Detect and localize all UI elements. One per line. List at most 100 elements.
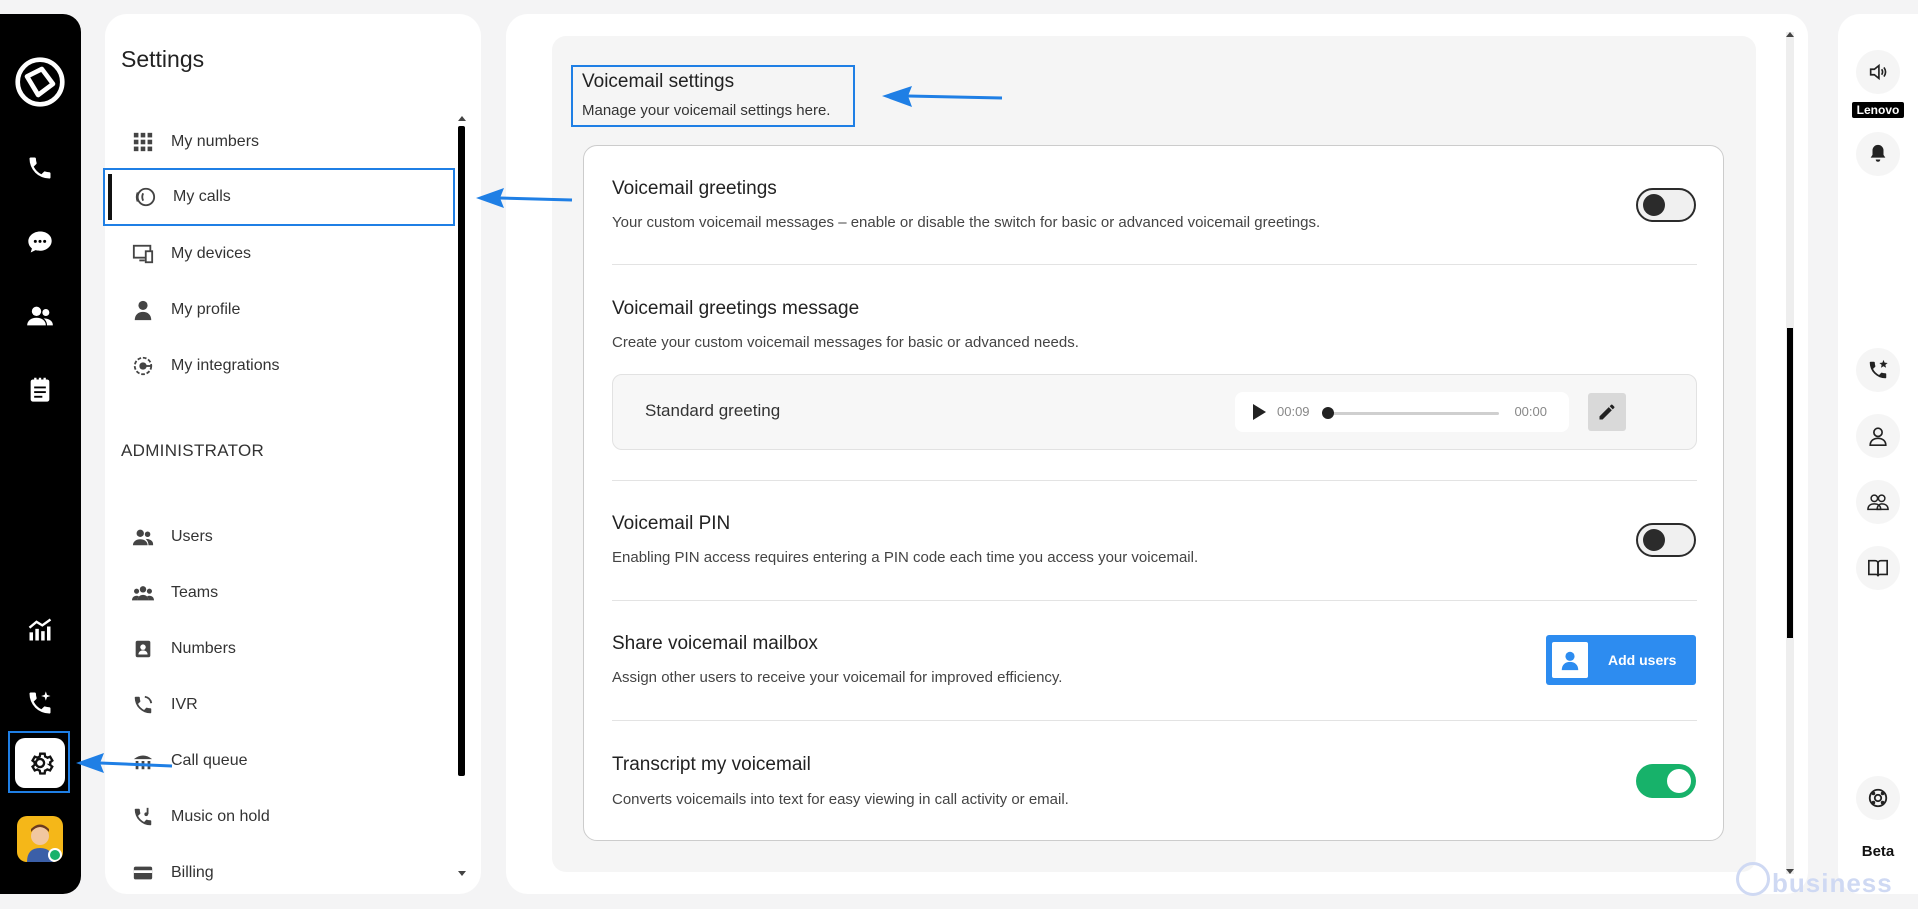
bell-icon[interactable] bbox=[1856, 132, 1900, 176]
support-icon[interactable] bbox=[1856, 776, 1900, 820]
users-icon bbox=[131, 525, 155, 549]
admin-section-label: ADMINISTRATOR bbox=[121, 441, 265, 460]
toggle-knob bbox=[1667, 769, 1691, 793]
beta-label: Beta bbox=[1861, 843, 1895, 860]
seek-handle[interactable] bbox=[1322, 407, 1334, 419]
add-users-label: Add users bbox=[1608, 652, 1677, 668]
book-icon[interactable] bbox=[1856, 546, 1900, 590]
settings-scrollbar-thumb[interactable] bbox=[458, 126, 465, 776]
nav-label: Teams bbox=[171, 584, 219, 601]
pencil-icon bbox=[1599, 404, 1615, 420]
nav-label: My devices bbox=[171, 245, 252, 262]
position-text: 00:00 bbox=[1514, 404, 1547, 419]
call-sparkle-icon[interactable] bbox=[16, 679, 64, 727]
nav-label: Call queue bbox=[171, 752, 248, 769]
watermark: business bbox=[1736, 862, 1893, 899]
grid-icon bbox=[131, 130, 155, 154]
nav-my-integrations[interactable]: My integrations bbox=[131, 338, 471, 394]
standard-greeting-row: Standard greeting 00:09 00:00 bbox=[612, 374, 1697, 450]
transcript-desc: Converts voicemails into text for easy v… bbox=[612, 791, 1069, 808]
avatar[interactable] bbox=[17, 816, 63, 862]
nav-my-profile[interactable]: My profile bbox=[131, 282, 471, 338]
voicemail-header: Voicemail settings Manage your voicemail… bbox=[571, 65, 855, 127]
contacts-icon[interactable] bbox=[16, 292, 64, 340]
nav-my-numbers[interactable]: My numbers bbox=[131, 114, 471, 170]
app-rail bbox=[0, 14, 81, 894]
arrow-icon bbox=[476, 188, 573, 208]
pin-title: Voicemail PIN bbox=[612, 513, 731, 534]
greetings-toggle[interactable] bbox=[1636, 188, 1696, 222]
nav-ivr[interactable]: IVR bbox=[131, 677, 471, 733]
group-icon[interactable] bbox=[1856, 480, 1900, 524]
nav-label: Numbers bbox=[171, 640, 236, 657]
divider bbox=[612, 720, 1697, 721]
nav-billing[interactable]: Billing bbox=[131, 845, 471, 901]
chat-icon[interactable] bbox=[16, 218, 64, 266]
device-label: Lenovo bbox=[1852, 102, 1904, 118]
arrow-icon bbox=[76, 753, 173, 773]
watermark-text: business bbox=[1772, 868, 1893, 898]
speaker-icon[interactable] bbox=[1856, 50, 1900, 94]
notes-icon[interactable] bbox=[16, 366, 64, 414]
nav-music-on-hold[interactable]: Music on hold bbox=[131, 789, 471, 845]
teams-icon bbox=[131, 581, 155, 605]
toggle-knob bbox=[1643, 194, 1665, 216]
nav-numbers[interactable]: Numbers bbox=[131, 621, 471, 677]
pin-desc: Enabling PIN access requires entering a … bbox=[612, 549, 1199, 566]
toggle-knob bbox=[1643, 529, 1665, 551]
greetings-message-desc: Create your custom voicemail messages fo… bbox=[612, 334, 1079, 351]
audio-player: 00:09 00:00 bbox=[1235, 392, 1569, 432]
nav-label: Users bbox=[171, 528, 213, 545]
call-star-icon[interactable] bbox=[1856, 348, 1900, 392]
ivr-icon bbox=[131, 693, 155, 717]
arrow-icon bbox=[882, 86, 1003, 107]
divider bbox=[612, 480, 1697, 481]
right-rail: Lenovo Beta bbox=[1838, 14, 1918, 894]
main-scrollbar-thumb[interactable] bbox=[1787, 328, 1793, 638]
nav-label: Music on hold bbox=[171, 808, 270, 825]
pin-toggle[interactable] bbox=[1636, 523, 1696, 557]
devices-icon bbox=[131, 242, 155, 266]
watermark-logo-icon bbox=[1736, 862, 1770, 896]
gear-icon[interactable] bbox=[15, 738, 65, 788]
transcript-toggle[interactable] bbox=[1636, 764, 1696, 798]
nav-label: My numbers bbox=[171, 133, 260, 150]
analytics-icon[interactable] bbox=[16, 606, 64, 654]
greetings-message-title: Voicemail greetings message bbox=[612, 298, 860, 319]
divider bbox=[612, 264, 1697, 265]
play-icon[interactable] bbox=[1253, 404, 1266, 420]
profile-icon bbox=[131, 298, 155, 322]
voicemail-options: Voicemail greetings Your custom voicemai… bbox=[583, 145, 1724, 841]
transcript-title: Transcript my voicemail bbox=[612, 754, 811, 775]
music-on-hold-icon bbox=[131, 805, 155, 829]
duration-text: 00:09 bbox=[1277, 404, 1310, 419]
numbers-icon bbox=[131, 637, 155, 661]
add-users-button[interactable]: Add users bbox=[1546, 635, 1696, 685]
phone-icon[interactable] bbox=[16, 144, 64, 192]
page-subtitle: Manage your voicemail settings here. bbox=[582, 102, 831, 119]
user-icon bbox=[1552, 642, 1588, 678]
calls-icon bbox=[133, 185, 157, 209]
settings-title: Settings bbox=[121, 46, 205, 72]
page-title: Voicemail settings bbox=[582, 71, 735, 92]
divider bbox=[612, 600, 1697, 601]
nav-label: My profile bbox=[171, 301, 241, 318]
nav-label: IVR bbox=[171, 696, 198, 713]
logo-icon[interactable] bbox=[12, 54, 68, 110]
nav-my-calls[interactable]: My calls bbox=[103, 168, 455, 226]
integrations-icon bbox=[131, 354, 155, 378]
nav-label: My integrations bbox=[171, 357, 280, 374]
share-title: Share voicemail mailbox bbox=[612, 633, 818, 654]
billing-icon bbox=[131, 861, 155, 885]
greetings-desc: Your custom voicemail messages – enable … bbox=[612, 214, 1321, 231]
nav-users[interactable]: Users bbox=[131, 509, 471, 565]
nav-call-queue[interactable]: Call queue bbox=[131, 733, 471, 789]
person-icon[interactable] bbox=[1856, 414, 1900, 458]
nav-label: My calls bbox=[173, 188, 231, 205]
edit-greeting-button[interactable] bbox=[1588, 393, 1626, 431]
seek-bar[interactable] bbox=[1327, 412, 1499, 415]
share-desc: Assign other users to receive your voice… bbox=[612, 669, 1063, 686]
greetings-title: Voicemail greetings bbox=[612, 178, 777, 199]
nav-my-devices[interactable]: My devices bbox=[131, 226, 471, 282]
nav-teams[interactable]: Teams bbox=[131, 565, 471, 621]
